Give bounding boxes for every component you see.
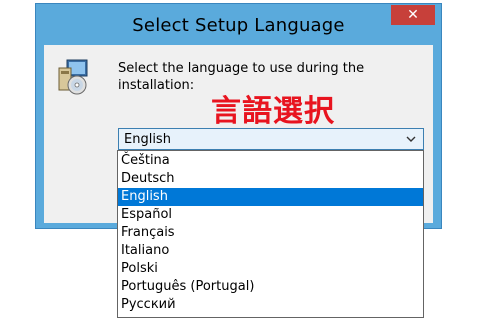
title-bar[interactable]: Select Setup Language ✕	[36, 4, 441, 45]
language-select[interactable]: English	[118, 128, 424, 150]
language-option[interactable]: Português (Portugal)	[118, 278, 423, 296]
language-option[interactable]: Deutsch	[118, 170, 423, 188]
language-option[interactable]: Français	[118, 224, 423, 242]
close-icon: ✕	[407, 7, 419, 23]
language-option[interactable]: English	[118, 188, 423, 206]
language-option[interactable]: Polski	[118, 260, 423, 278]
language-option[interactable]: Čeština	[118, 152, 423, 170]
window-title: Select Setup Language	[132, 15, 345, 36]
setup-icon	[58, 59, 88, 95]
close-button[interactable]: ✕	[391, 5, 435, 25]
chevron-down-icon[interactable]	[405, 133, 417, 145]
language-option[interactable]: Italiano	[118, 242, 423, 260]
language-option[interactable]: Español	[118, 206, 423, 224]
language-selection-annotation: 言語選択	[211, 94, 335, 129]
language-dropdown-list[interactable]: Čeština Deutsch English Español Français…	[117, 150, 424, 318]
language-option[interactable]: Русский	[118, 296, 423, 314]
language-select-value: English	[124, 132, 171, 147]
